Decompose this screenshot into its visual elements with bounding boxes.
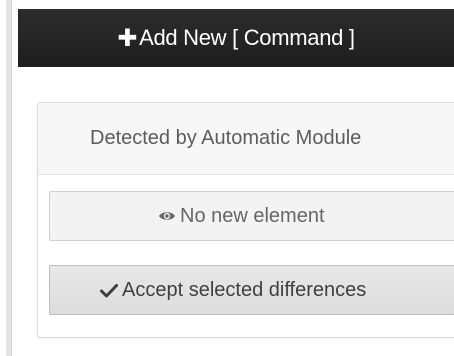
left-border-rule xyxy=(6,0,12,356)
panel-heading: Detected by Automatic Module xyxy=(38,103,454,175)
no-new-element-status: No new element xyxy=(49,191,454,241)
eye-icon xyxy=(158,209,176,223)
no-new-element-label: No new element xyxy=(180,204,325,227)
add-new-command-button[interactable]: ✚ Add New [ Command ] xyxy=(18,9,454,67)
check-icon xyxy=(100,283,118,298)
detection-panel: Detected by Automatic Module No new elem… xyxy=(37,102,454,338)
accept-selected-differences-button[interactable]: Accept selected differences xyxy=(49,265,454,315)
accept-selected-differences-label: Accept selected differences xyxy=(122,278,367,301)
panel-heading-title: Detected by Automatic Module xyxy=(90,127,362,149)
add-new-command-label: Add New [ Command ] xyxy=(139,25,355,50)
plus-icon: ✚ xyxy=(117,24,138,52)
